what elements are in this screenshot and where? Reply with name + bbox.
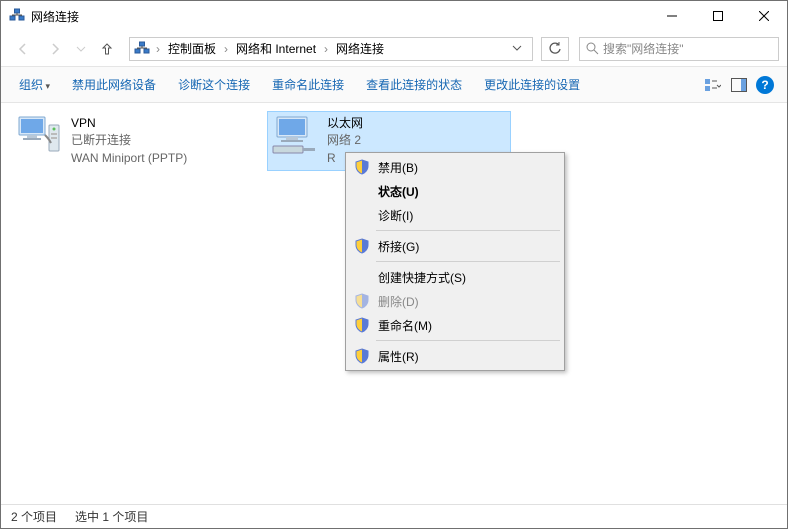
- back-button[interactable]: [9, 35, 37, 63]
- organize-menu[interactable]: 组织: [11, 72, 58, 97]
- help-button[interactable]: ?: [753, 73, 777, 97]
- breadcrumb-dropdown[interactable]: [506, 42, 528, 56]
- search-placeholder: 搜索"网络连接": [603, 40, 684, 57]
- search-icon: [586, 42, 599, 55]
- maximize-button[interactable]: [695, 1, 741, 31]
- network-connections-icon: [134, 41, 150, 57]
- ctx-delete: 删除(D): [348, 289, 562, 313]
- shield-icon: [354, 317, 370, 333]
- chevron-right-icon: ›: [222, 42, 230, 56]
- close-button[interactable]: [741, 1, 787, 31]
- view-options-button[interactable]: [701, 73, 725, 97]
- toolbar-rename[interactable]: 重命名此连接: [264, 72, 352, 97]
- toolbar-diagnose[interactable]: 诊断这个连接: [170, 72, 258, 97]
- chevron-right-icon: ›: [154, 42, 162, 56]
- statusbar: 2 个项目 选中 1 个项目: [1, 504, 787, 528]
- separator: [376, 261, 560, 262]
- separator: [376, 340, 560, 341]
- address-bar: › 控制面板 › 网络和 Internet › 网络连接 搜索"网络连接": [1, 31, 787, 67]
- preview-pane-button[interactable]: [727, 73, 751, 97]
- shield-icon: [354, 159, 370, 175]
- selection-count: 选中 1 个项目: [75, 508, 148, 525]
- breadcrumb-item[interactable]: 网络和 Internet: [232, 40, 320, 57]
- adapter-status: 网络 2: [327, 132, 363, 149]
- toolbar-change-settings[interactable]: 更改此连接的设置: [476, 72, 588, 97]
- context-menu: 禁用(B) 状态(U) 诊断(I) 桥接(G) 创建快捷方式(S) 删除(D) …: [345, 152, 565, 371]
- network-item-vpn[interactable]: VPN 已断开连接 WAN Miniport (PPTP): [11, 111, 255, 171]
- search-input[interactable]: 搜索"网络连接": [579, 37, 779, 61]
- ctx-create-shortcut[interactable]: 创建快捷方式(S): [348, 265, 562, 289]
- ctx-diagnose[interactable]: 诊断(I): [348, 203, 562, 227]
- adapter-name: VPN: [71, 115, 187, 132]
- ctx-disable[interactable]: 禁用(B): [348, 155, 562, 179]
- up-button[interactable]: [93, 35, 121, 63]
- adapter-name: 以太网: [327, 115, 363, 132]
- help-icon: ?: [756, 76, 774, 94]
- breadcrumb-item[interactable]: 网络连接: [332, 40, 388, 57]
- shield-icon: [354, 238, 370, 254]
- vpn-adapter-icon: [15, 115, 63, 157]
- breadcrumb-item[interactable]: 控制面板: [164, 40, 220, 57]
- adapter-device: WAN Miniport (PPTP): [71, 150, 187, 167]
- ctx-status[interactable]: 状态(U): [348, 179, 562, 203]
- refresh-button[interactable]: [541, 37, 569, 61]
- shield-icon: [354, 348, 370, 364]
- network-icon: [9, 8, 25, 24]
- separator: [376, 230, 560, 231]
- toolbar-disable[interactable]: 禁用此网络设备: [64, 72, 164, 97]
- ctx-properties[interactable]: 属性(R): [348, 344, 562, 368]
- adapter-status: 已断开连接: [71, 132, 187, 149]
- chevron-right-icon: ›: [322, 42, 330, 56]
- ethernet-adapter-icon: [271, 115, 319, 157]
- forward-button[interactable]: [41, 35, 69, 63]
- ctx-bridge[interactable]: 桥接(G): [348, 234, 562, 258]
- recent-dropdown[interactable]: [73, 35, 89, 63]
- window-title: 网络连接: [31, 8, 649, 25]
- minimize-button[interactable]: [649, 1, 695, 31]
- breadcrumb[interactable]: › 控制面板 › 网络和 Internet › 网络连接: [129, 37, 533, 61]
- toolbar-view-status[interactable]: 查看此连接的状态: [358, 72, 470, 97]
- ctx-rename[interactable]: 重命名(M): [348, 313, 562, 337]
- shield-icon: [354, 293, 370, 309]
- item-count: 2 个项目: [11, 508, 57, 525]
- toolbar: 组织 禁用此网络设备 诊断这个连接 重命名此连接 查看此连接的状态 更改此连接的…: [1, 67, 787, 103]
- titlebar: 网络连接: [1, 1, 787, 31]
